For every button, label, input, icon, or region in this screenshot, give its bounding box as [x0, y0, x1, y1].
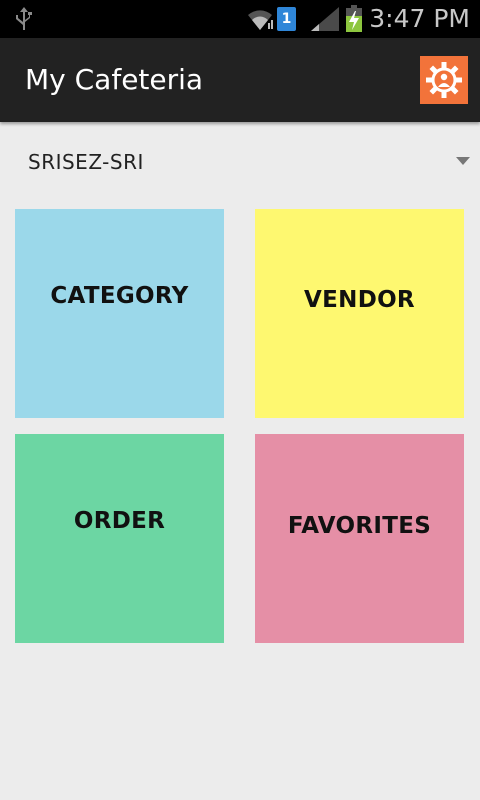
- action-bar: My Cafeteria: [0, 38, 480, 122]
- settings-button[interactable]: [420, 56, 468, 104]
- favorites-tile[interactable]: FAVORITES: [255, 434, 464, 643]
- settings-gear-icon: [426, 62, 462, 98]
- location-spinner[interactable]: SRISEZ-SRI: [0, 140, 480, 190]
- usb-icon: [16, 7, 32, 30]
- category-tile[interactable]: CATEGORY: [15, 209, 224, 418]
- dropdown-arrow-icon: [456, 157, 470, 165]
- wifi-icon: [248, 10, 273, 30]
- category-tile-label: CATEGORY: [50, 283, 189, 309]
- order-tile[interactable]: ORDER: [15, 434, 224, 643]
- app-title: My Cafeteria: [25, 63, 204, 96]
- status-clock: 3:47 PM: [369, 4, 470, 33]
- spinner-selected-value: SRISEZ-SRI: [28, 150, 144, 174]
- sim-badge: 1: [277, 7, 296, 31]
- vendor-tile-label: VENDOR: [304, 287, 415, 313]
- battery-charging-icon: [346, 5, 362, 32]
- order-tile-label: ORDER: [73, 508, 166, 534]
- vendor-tile[interactable]: VENDOR: [255, 209, 464, 418]
- favorites-tile-label: FAVORITES: [287, 513, 432, 539]
- status-bar: 1 3:47 PM: [0, 0, 480, 38]
- signal-icon: [311, 7, 339, 31]
